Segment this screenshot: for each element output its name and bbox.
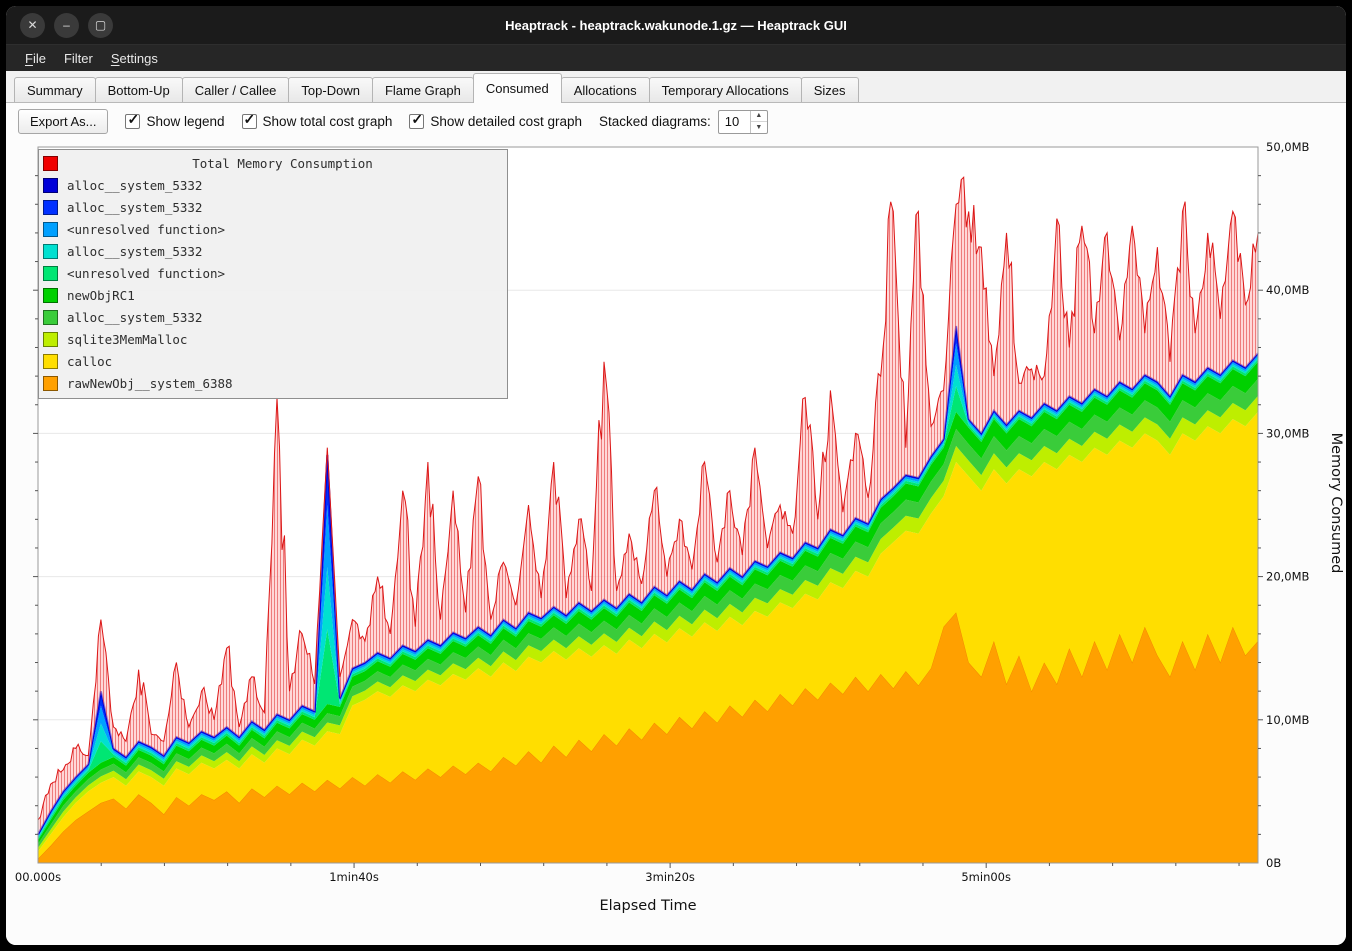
stepper-down-button[interactable]: ▼ <box>751 122 767 133</box>
legend-entry: sqlite3MemMalloc <box>39 328 507 350</box>
legend-swatch-icon <box>43 310 58 325</box>
window-controls: ✕–▢ <box>6 13 113 38</box>
stepper-arrows: ▲ ▼ <box>750 111 767 133</box>
tab-sizes[interactable]: Sizes <box>801 77 859 102</box>
maximize-button[interactable]: ▢ <box>88 13 113 38</box>
y-tick-label: 30,0MB <box>1266 426 1310 440</box>
legend-entry-label: alloc__system_5332 <box>67 310 202 325</box>
x-tick-label: 3min20s <box>645 870 695 884</box>
legend-entry: alloc__system_5332 <box>39 240 507 262</box>
checkbox-box-icon[interactable] <box>242 114 257 129</box>
legend-entry: alloc__system_5332 <box>39 174 507 196</box>
legend-total-swatch-icon <box>43 156 58 171</box>
y-tick-label: 40,0MB <box>1266 283 1310 297</box>
legend-entry-label: calloc <box>67 354 112 369</box>
menu-bar: FileFilterSettings <box>6 44 1346 71</box>
tab-allocations[interactable]: Allocations <box>561 77 650 102</box>
stepper-up-button[interactable]: ▲ <box>751 111 767 123</box>
y-tick-label: 50,0MB <box>1266 140 1310 154</box>
legend-entry: rawNewObj__system_6388 <box>39 372 507 394</box>
legend-swatch-icon <box>43 376 58 391</box>
tab-summary[interactable]: Summary <box>14 77 96 102</box>
legend-entry: newObjRC1 <box>39 284 507 306</box>
app-window: ✕–▢ Heaptrack - heaptrack.wakunode.1.gz … <box>6 6 1346 945</box>
tab-bottom-up[interactable]: Bottom-Up <box>95 77 183 102</box>
legend-title-row: Total Memory Consumption <box>39 152 507 174</box>
tab-top-down[interactable]: Top-Down <box>288 77 373 102</box>
legend-title: Total Memory Consumption <box>58 156 507 171</box>
legend-swatch-icon <box>43 288 58 303</box>
menu-item-file[interactable]: File <box>16 48 55 69</box>
stacked-diagrams-stepper[interactable]: 10 ▲ ▼ <box>718 110 768 134</box>
tab-caller-callee[interactable]: Caller / Callee <box>182 77 290 102</box>
checkbox-show-total-cost-graph[interactable]: Show total cost graph <box>242 114 393 129</box>
chart-legend: Total Memory Consumption alloc__system_5… <box>38 149 508 399</box>
checkbox-box-icon[interactable] <box>125 114 140 129</box>
x-tick-label: 5min00s <box>961 870 1011 884</box>
legend-swatch-icon <box>43 200 58 215</box>
legend-entry-label: <unresolved function> <box>67 222 225 237</box>
close-button[interactable]: ✕ <box>20 13 45 38</box>
legend-entry: alloc__system_5332 <box>39 196 507 218</box>
minimize-button[interactable]: – <box>54 13 79 38</box>
legend-entry: <unresolved function> <box>39 218 507 240</box>
checkbox-label: Show detailed cost graph <box>430 114 582 129</box>
tab-flame-graph[interactable]: Flame Graph <box>372 77 474 102</box>
legend-swatch-icon <box>43 244 58 259</box>
checkbox-box-icon[interactable] <box>409 114 424 129</box>
legend-swatch-icon <box>43 178 58 193</box>
legend-entry-label: rawNewObj__system_6388 <box>67 376 233 391</box>
legend-entry: calloc <box>39 350 507 372</box>
legend-swatch-icon <box>43 266 58 281</box>
chart-area: 0B 10,0MB 20,0MB 30,0MB 40,0MB 50,0MB 00.000s 1… <box>6 140 1346 945</box>
legend-entry-label: newObjRC1 <box>67 288 135 303</box>
window-title: Heaptrack - heaptrack.wakunode.1.gz — He… <box>6 18 1346 33</box>
menu-item-filter[interactable]: Filter <box>55 48 102 69</box>
toolbar-checkboxes: Show legend Show total cost graph Show det… <box>125 114 582 129</box>
legend-rows: alloc__system_5332 alloc__system_5332 <unr… <box>39 174 507 394</box>
y-tick-label: 0B <box>1266 856 1281 870</box>
legend-swatch-icon <box>43 354 58 369</box>
legend-swatch-icon <box>43 332 58 347</box>
checkbox-show-detailed-cost-graph[interactable]: Show detailed cost graph <box>409 114 582 129</box>
menu-item-settings[interactable]: Settings <box>102 48 167 69</box>
legend-swatch-icon <box>43 222 58 237</box>
export-as-button[interactable]: Export As... <box>18 109 108 134</box>
y-tick-label: 20,0MB <box>1266 570 1310 584</box>
toolbar: Export As... Show legend Show total cost … <box>6 103 1346 140</box>
legend-entry: <unresolved function> <box>39 262 507 284</box>
stepper-value[interactable]: 10 <box>719 111 750 133</box>
legend-entry-label: alloc__system_5332 <box>67 200 202 215</box>
legend-entry-label: alloc__system_5332 <box>67 244 202 259</box>
legend-entry-label: alloc__system_5332 <box>67 178 202 193</box>
legend-entry-label: <unresolved function> <box>67 266 225 281</box>
x-tick-label: 00.000s <box>15 870 61 884</box>
title-bar: ✕–▢ Heaptrack - heaptrack.wakunode.1.gz … <box>6 6 1346 44</box>
tab-temporary-allocations[interactable]: Temporary Allocations <box>649 77 802 102</box>
checkbox-show-legend[interactable]: Show legend <box>125 114 224 129</box>
legend-entry-label: sqlite3MemMalloc <box>67 332 187 347</box>
tab-bar: SummaryBottom-UpCaller / CalleeTop-DownF… <box>6 71 1346 103</box>
x-tick-label: 1min40s <box>329 870 379 884</box>
y-tick-label: 10,0MB <box>1266 713 1310 727</box>
checkbox-label: Show legend <box>146 114 224 129</box>
stacked-diagrams-group: Stacked diagrams: 10 ▲ ▼ <box>599 110 768 134</box>
checkbox-label: Show total cost graph <box>263 114 393 129</box>
x-axis-title: Elapsed Time <box>599 898 696 914</box>
stacked-diagrams-label: Stacked diagrams: <box>599 114 711 129</box>
tab-consumed[interactable]: Consumed <box>473 73 562 103</box>
y-axis-title: Memory Consumed <box>1328 433 1344 574</box>
legend-entry: alloc__system_5332 <box>39 306 507 328</box>
